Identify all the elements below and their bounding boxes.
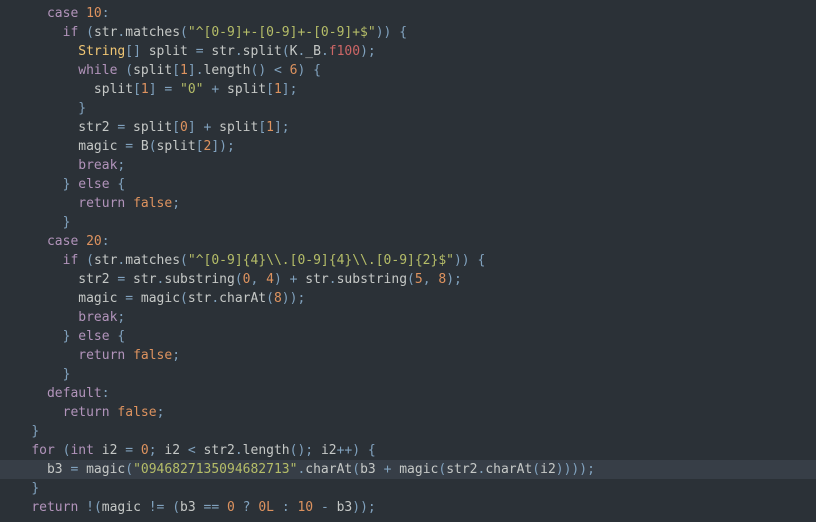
code-line: magic = B(split[2]); (0, 137, 816, 156)
literal: 10 (86, 6, 102, 21)
code-line-highlighted: b3 = magic("0946827135094682713".charAt(… (0, 460, 816, 479)
code-line: } (0, 213, 816, 232)
code-line: } (0, 422, 816, 441)
code-line: case 20: (0, 232, 816, 251)
code-line: for (int i2 = 0; i2 < str2.length(); i2+… (0, 441, 816, 460)
code-line: case 10: (0, 4, 816, 23)
code-line: } (0, 365, 816, 384)
code-line: str2 = split[0] + split[1]; (0, 118, 816, 137)
code-line: } (0, 99, 816, 118)
string-literal: "^[0-9]+-[0-9]+-[0-9]+$" (188, 25, 376, 40)
code-line: str2 = str.substring(0, 4) + str.substri… (0, 270, 816, 289)
literal: 20 (86, 234, 102, 249)
code-viewer: case 10: if (str.matches("^[0-9]+-[0-9]+… (0, 4, 816, 517)
code-line: String[] split = str.split(K._B.f100); (0, 42, 816, 61)
string-literal: "0946827135094682713" (133, 462, 297, 477)
code-line: return !(magic != (b3 == 0 ? 0L : 10 - b… (0, 498, 816, 517)
code-line: } else { (0, 175, 816, 194)
string-literal: "^[0-9]{4}\\.[0-9]{4}\\.[0-9]{2}$" (188, 253, 454, 268)
code-line: if (str.matches("^[0-9]{4}\\.[0-9]{4}\\.… (0, 251, 816, 270)
code-line: default: (0, 384, 816, 403)
code-line: magic = magic(str.charAt(8)); (0, 289, 816, 308)
code-line: break; (0, 156, 816, 175)
string-literal: "0" (180, 82, 203, 97)
code-line: } (0, 479, 816, 498)
code-line: while (split[1].length() < 6) { (0, 61, 816, 80)
code-line: return false; (0, 346, 816, 365)
code-line: split[1] = "0" + split[1]; (0, 80, 816, 99)
code-line: return false; (0, 403, 816, 422)
code-line: break; (0, 308, 816, 327)
code-line: } else { (0, 327, 816, 346)
code-line: return false; (0, 194, 816, 213)
code-line: if (str.matches("^[0-9]+-[0-9]+-[0-9]+$"… (0, 23, 816, 42)
